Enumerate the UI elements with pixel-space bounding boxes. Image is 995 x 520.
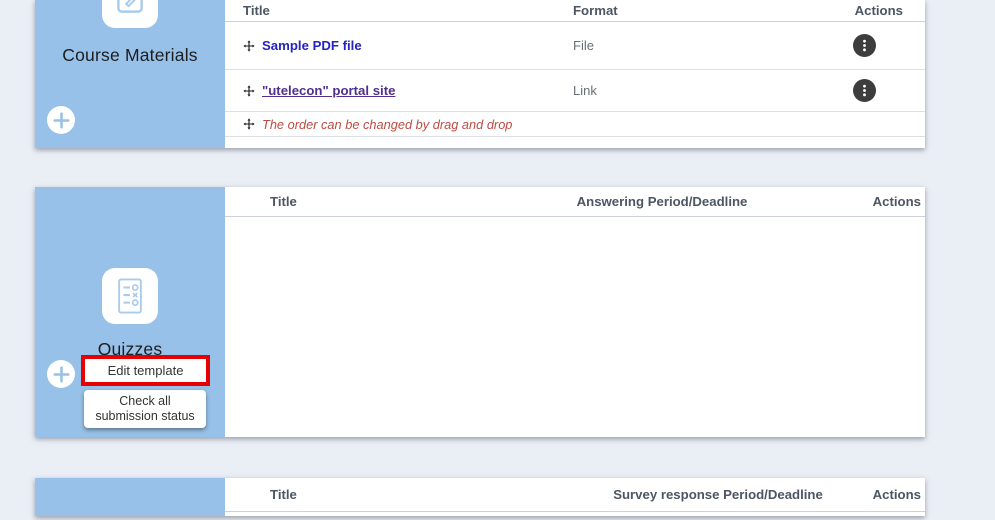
material-link-sample-pdf[interactable]: Sample PDF file xyxy=(262,38,362,53)
pencil-square-icon xyxy=(102,0,158,28)
column-header-title: Title xyxy=(225,194,479,209)
kebab-menu-icon xyxy=(862,38,867,53)
section-quizzes: Quizzes Edit template Check all submissi… xyxy=(35,187,925,437)
kebab-menu-icon xyxy=(862,83,867,98)
table-header-row: Title Answering Period/Deadline Actions xyxy=(225,187,925,217)
course-materials-sidebar: Course Materials xyxy=(35,0,225,148)
quiz-checklist-icon xyxy=(102,268,158,324)
surveys-table: Title Survey response Period/Deadline Ac… xyxy=(225,478,925,516)
table-header-row: Title Survey response Period/Deadline Ac… xyxy=(225,478,925,512)
edit-template-menu-item[interactable]: Edit template xyxy=(85,359,206,382)
column-header-format: Format xyxy=(573,3,803,18)
column-header-title: Title xyxy=(225,487,591,502)
column-header-survey-period: Survey response Period/Deadline xyxy=(591,487,845,502)
surveys-sidebar xyxy=(35,478,225,516)
material-format: Link xyxy=(573,83,803,98)
section-title-course-materials: Course Materials xyxy=(35,45,225,66)
drag-handle-icon[interactable] xyxy=(243,40,255,52)
drag-handle-icon[interactable] xyxy=(243,85,255,97)
column-header-actions: Actions xyxy=(803,3,925,18)
table-header-row: Title Format Actions xyxy=(225,0,925,22)
section-surveys: Title Survey response Period/Deadline Ac… xyxy=(35,478,925,516)
table-row: "utelecon" portal site Link xyxy=(225,70,925,112)
table-row: Sample PDF file File xyxy=(225,22,925,70)
plus-icon xyxy=(53,112,70,129)
column-header-actions: Actions xyxy=(845,487,925,502)
quizzes-sidebar: Quizzes Edit template Check all submissi… xyxy=(35,187,225,437)
quizzes-table: Title Answering Period/Deadline Actions xyxy=(225,187,925,437)
drag-drop-note-row: The order can be changed by drag and dro… xyxy=(225,112,925,137)
column-header-title: Title xyxy=(225,3,573,18)
section-course-materials: Course Materials Title Format Actions Sa… xyxy=(35,0,925,148)
row-actions-button[interactable] xyxy=(853,79,876,102)
row-actions-button[interactable] xyxy=(853,34,876,57)
material-format: File xyxy=(573,38,803,53)
add-material-button[interactable] xyxy=(47,106,75,134)
check-all-submission-status-menu-item[interactable]: Check all submission status xyxy=(84,390,206,428)
material-link-utelecon[interactable]: "utelecon" portal site xyxy=(262,83,395,98)
drag-drop-note: The order can be changed by drag and dro… xyxy=(262,117,512,132)
course-materials-table: Title Format Actions Sample PDF file Fil… xyxy=(225,0,925,148)
add-quiz-button[interactable] xyxy=(47,360,75,388)
column-header-answering-period: Answering Period/Deadline xyxy=(479,194,845,209)
highlight-box-red: Edit template xyxy=(81,355,210,386)
plus-icon xyxy=(53,366,70,383)
move-arrows-icon xyxy=(243,118,255,130)
column-header-actions: Actions xyxy=(845,194,925,209)
